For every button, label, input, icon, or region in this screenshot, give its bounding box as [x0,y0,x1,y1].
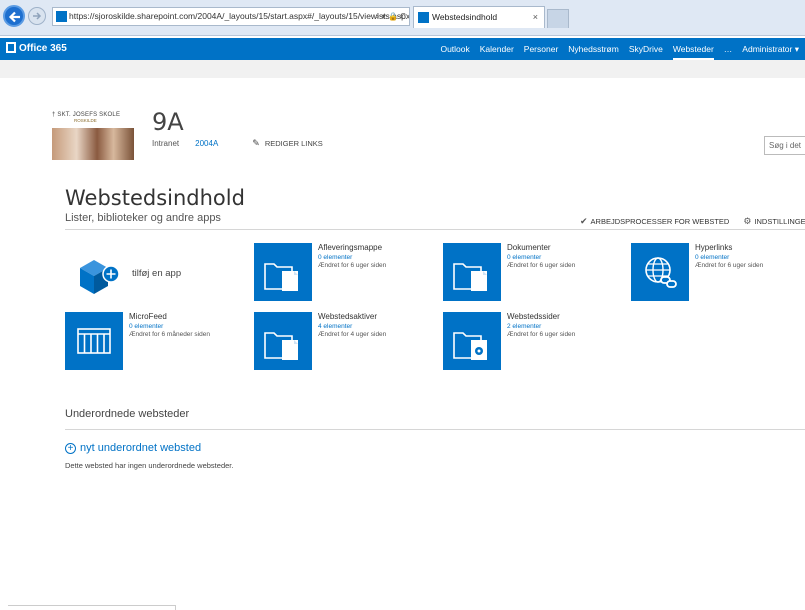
folder-doc-icon [254,312,312,370]
pencil-icon: ✎ [252,138,260,148]
nav-2004a[interactable]: 2004A [195,139,218,148]
search-input[interactable]: Søg i det [764,136,805,155]
suite-nav-more[interactable]: … [724,38,733,60]
tile-count: 4 elementer [318,323,353,330]
tile-webstedssider[interactable]: Webstedssider 2 elementer Ændret for 6 u… [443,312,613,370]
site-logo[interactable]: † SKT. JOSEFS SKOLE ROSKILDE [52,112,134,160]
address-bar[interactable]: https://sjoroskilde.sharepoint.com/2004A… [52,7,410,26]
tile-name[interactable]: Webstedsaktiver [318,312,377,321]
tile-count: 2 elementer [507,323,542,330]
tile-afleveringsmappe[interactable]: Afleveringsmappe 0 elementer Ændret for … [254,243,424,301]
workflows-link[interactable]: ✔ ARBEJDSPROCESSER FOR WEBSTED [580,216,729,227]
url-text: https://sjoroskilde.sharepoint.com/2004A… [69,11,410,21]
tile-webstedsaktiver[interactable]: Webstedsaktiver 4 elementer Ændret for 4… [254,312,424,370]
suite-nav-skydrive[interactable]: SkyDrive [629,38,663,60]
new-subsite-link[interactable]: + nyt underordnet websted [65,442,201,454]
sharepoint-favicon-icon [56,11,67,22]
tile-name[interactable]: Hyperlinks [695,243,732,252]
back-button[interactable] [3,5,25,27]
edit-links-button[interactable]: ✎ REDIGER LINKS [252,138,322,149]
tile-modified: Ændret for 6 måneder siden [129,331,210,338]
tile-count: 0 elementer [318,254,353,261]
settings-label: INDSTILLINGER [754,217,805,226]
tile-count: 0 elementer [507,254,542,261]
suite-nav: Outlook Kalender Personer Nyhedsstrøm Sk… [430,38,799,60]
suite-nav-nyhedsstrom[interactable]: Nyhedsstrøm [568,38,619,60]
add-app-tile[interactable]: tilføj en app [76,254,236,300]
page-actions: ✔ ARBEJDSPROCESSER FOR WEBSTED ⚙ INDSTILLI… [580,216,805,227]
tab-title: Webstedsindhold [432,12,498,22]
suite-nav-personer[interactable]: Personer [524,38,559,60]
suite-nav-user-menu[interactable]: Administrator ▾ [742,38,799,60]
page-title: Webstedsindhold [65,186,245,210]
workflows-label: ARBEJDSPROCESSER FOR WEBSTED [590,217,730,226]
folder-page-icon [443,312,501,370]
office365-logo[interactable]: Office 365 [6,42,67,54]
top-navigation: Intranet 2004A ✎ REDIGER LINKS [152,138,323,149]
address-controls[interactable]: ⌕ ▾ 🔒 C [375,8,406,25]
tile-name[interactable]: MicroFeed [129,312,167,321]
ribbon-bar [0,60,805,78]
globe-link-icon [631,243,689,301]
tile-modified: Ændret for 4 uger siden [318,331,387,338]
tab-close-icon[interactable]: × [533,7,538,27]
workflow-icon: ✔ [580,216,588,226]
nav-intranet[interactable]: Intranet [152,139,179,148]
divider [65,429,805,430]
list-columns-icon [65,312,123,370]
suite-nav-kalender[interactable]: Kalender [480,38,514,60]
no-subsites-message: Dette websted har ingen underordnede web… [65,461,234,470]
add-app-label: tilføj en app [132,268,182,279]
add-circle-icon: + [65,442,76,454]
edit-links-label: REDIGER LINKS [264,139,323,148]
new-subsite-label: nyt underordnet websted [80,442,202,454]
tab-favicon-icon [418,12,429,23]
forward-arrow-icon [33,12,42,20]
browser-tab[interactable]: Webstedsindhold × [413,6,545,28]
settings-link[interactable]: ⚙INDSTILLINGER [743,216,805,227]
gear-icon: ⚙ [743,216,752,226]
tile-modified: Ændret for 6 uger siden [507,331,576,338]
new-tab-button[interactable] [547,9,569,28]
tile-count: 0 elementer [695,254,730,261]
tile-modified: Ændret for 6 uger siden [507,262,576,269]
suite-nav-websteder[interactable]: Websteder [672,38,714,60]
tile-name[interactable]: Dokumenter [507,243,551,252]
tile-modified: Ændret for 6 uger siden [695,262,764,269]
browser-toolbar: https://sjoroskilde.sharepoint.com/2004A… [0,0,805,36]
logo-photo [52,128,134,160]
logo-city-name: ROSKILDE [74,118,97,123]
tile-modified: Ændret for 6 uger siden [318,262,387,269]
site-title[interactable]: 9A [152,108,184,136]
tile-dokumenter[interactable]: Dokumenter 0 elementer Ændret for 6 uger… [443,243,613,301]
office365-suite-bar: Office 365 Outlook Kalender Personer Nyh… [0,38,805,60]
folder-doc-icon [254,243,312,301]
tile-name[interactable]: Afleveringsmappe [318,243,382,252]
divider [65,229,805,230]
page-subtitle: Lister, biblioteker og andre apps [65,212,221,224]
forward-button[interactable] [28,7,46,25]
back-arrow-icon [8,11,20,23]
status-bar-fragment [8,605,176,610]
brand-label: Office 365 [19,43,67,54]
tile-count: 0 elementer [129,323,164,330]
suite-nav-outlook[interactable]: Outlook [440,38,469,60]
tile-hyperlinks[interactable]: Hyperlinks 0 elementer Ændret for 6 uger… [631,243,801,301]
add-app-cube-icon [80,260,120,294]
tile-microfeed[interactable]: MicroFeed 0 elementer Ændret for 6 måned… [65,312,235,370]
tile-name[interactable]: Webstedssider [507,312,560,321]
subsites-heading: Underordnede websteder [65,408,190,420]
office-logo-icon [6,42,16,53]
folder-doc-icon [443,243,501,301]
